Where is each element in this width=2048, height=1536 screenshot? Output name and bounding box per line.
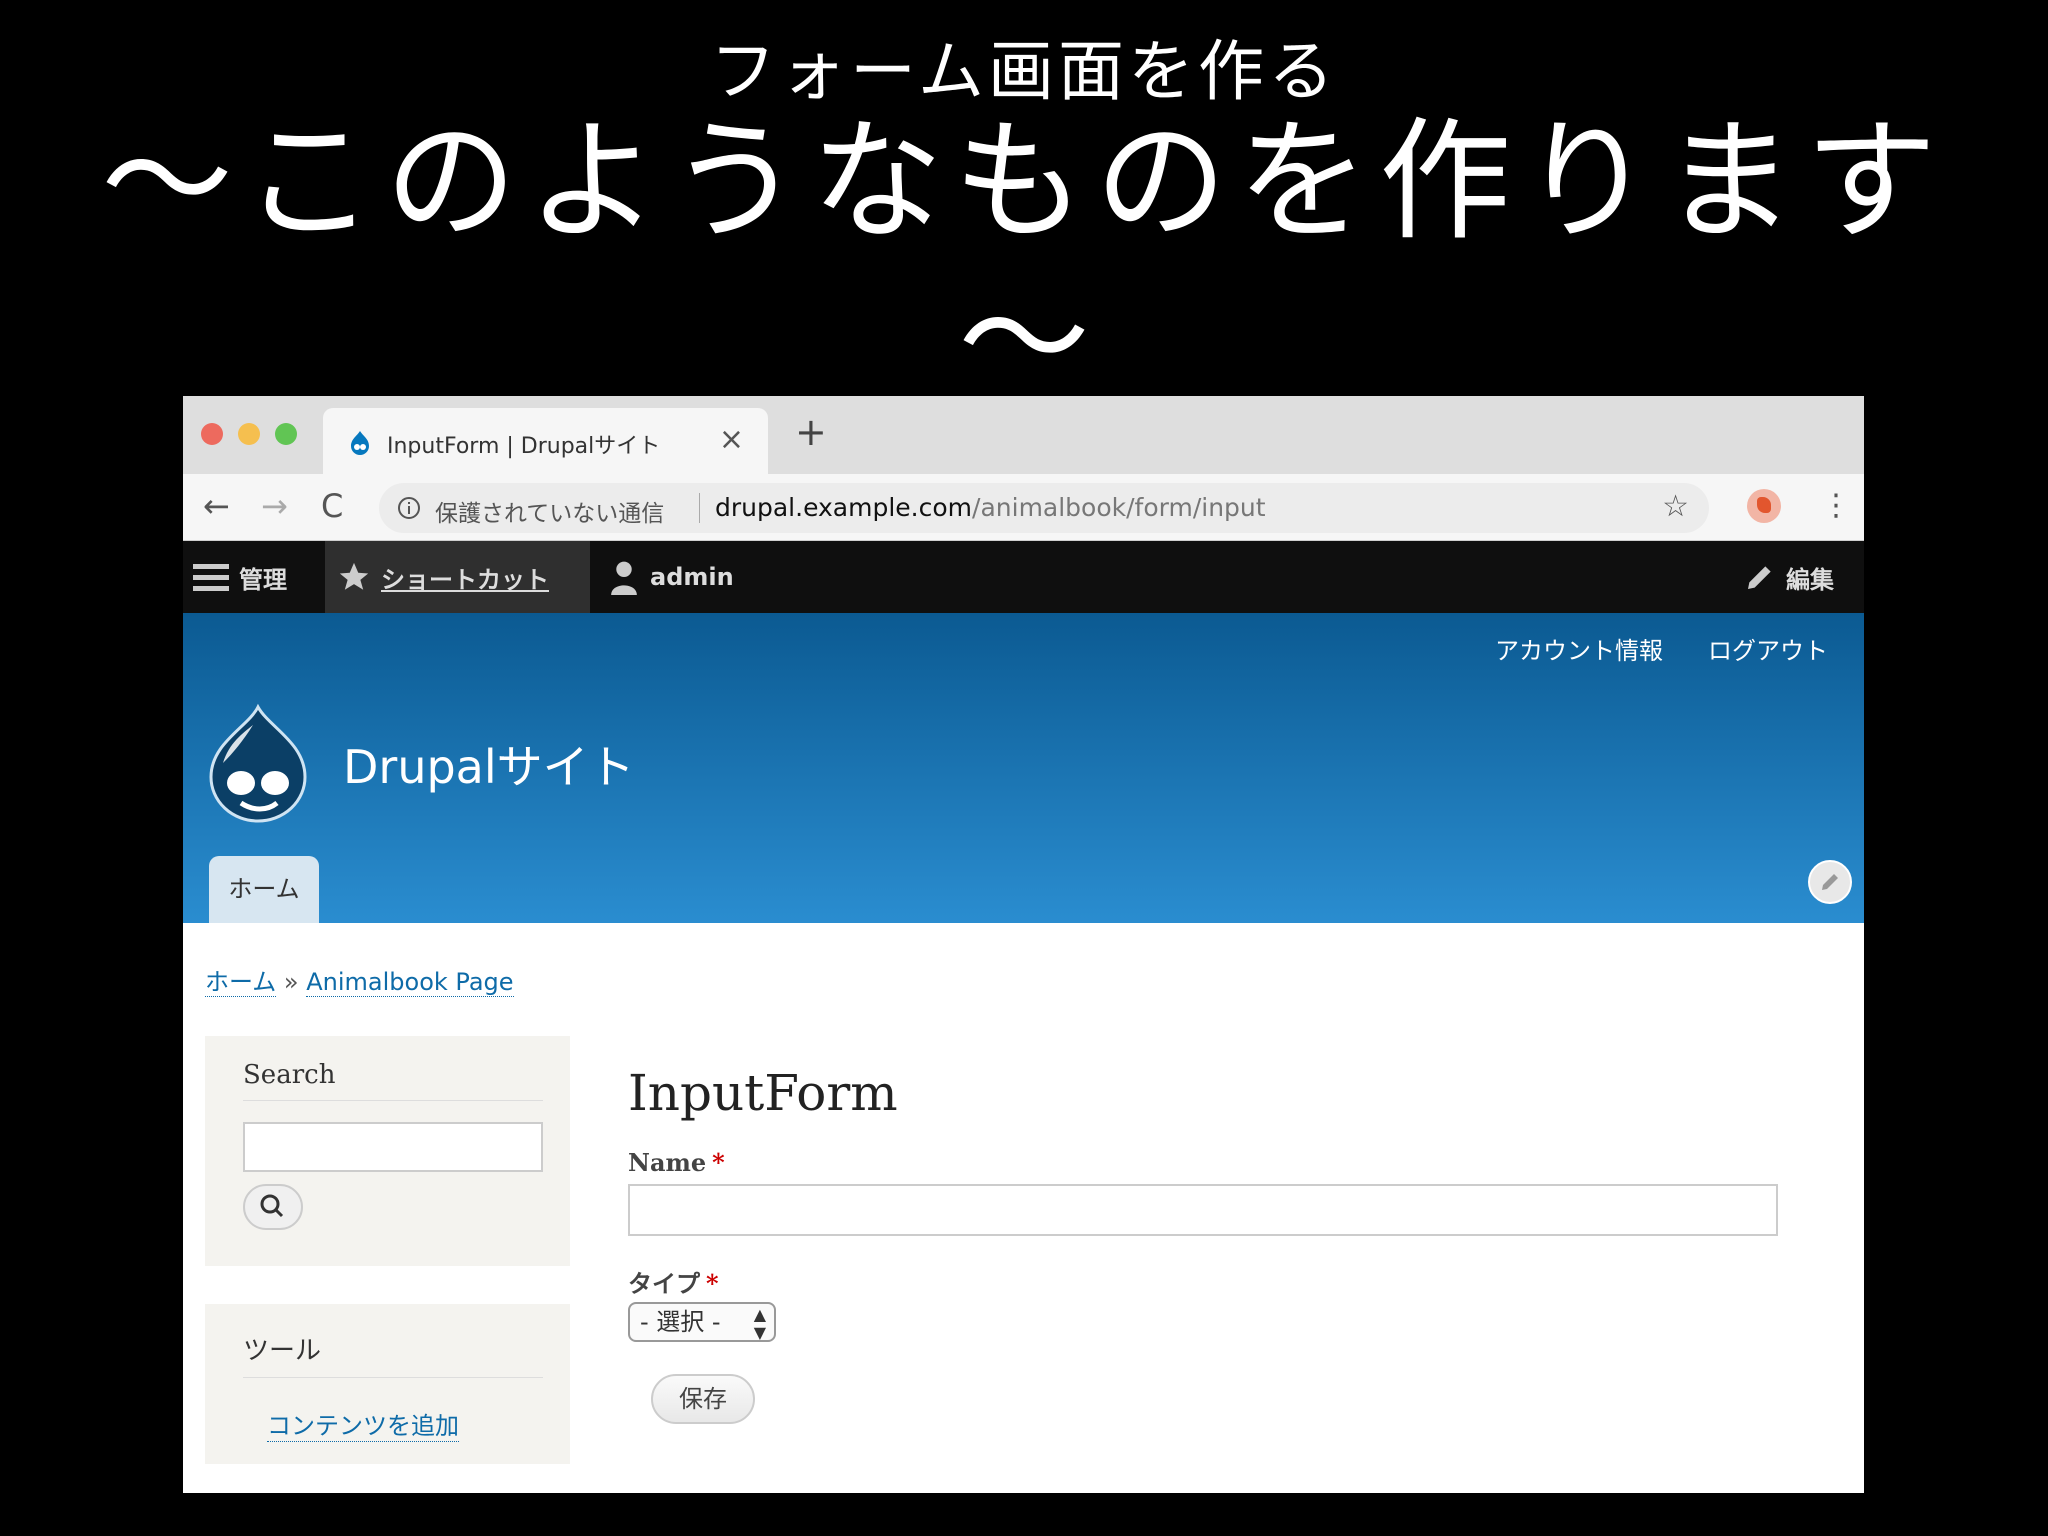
- address-bar: ← → C 保護されていない通信 drupal.example.com/anim…: [183, 474, 1864, 541]
- toolbar-manage-label: 管理: [239, 565, 287, 594]
- tools-block: ツール コンテンツを追加: [205, 1304, 570, 1464]
- url-host: drupal.example.com: [715, 493, 973, 522]
- url-text: drupal.example.com/animalbook/form/input: [715, 493, 1266, 522]
- name-input[interactable]: [628, 1184, 1778, 1236]
- security-status: 保護されていない通信: [435, 501, 665, 527]
- toolbar-user-label: admin: [650, 563, 734, 591]
- name-label-text: Name: [628, 1148, 707, 1177]
- required-mark: *: [712, 1148, 725, 1177]
- toolbar-edit-label: 編集: [1786, 565, 1834, 594]
- toolbar-shortcuts[interactable]: ショートカット: [325, 541, 590, 613]
- search-button[interactable]: [243, 1184, 303, 1230]
- breadcrumb-page-link[interactable]: Animalbook Page: [306, 968, 514, 997]
- url-separator: [699, 493, 700, 523]
- forward-icon[interactable]: →: [261, 484, 288, 528]
- tab-close-icon[interactable]: ×: [719, 422, 744, 457]
- breadcrumb-separator: »: [283, 968, 299, 996]
- logout-link[interactable]: ログアウト: [1708, 631, 1828, 666]
- type-label-text: タイプ: [628, 1269, 700, 1298]
- toolbar-manage[interactable]: 管理: [193, 541, 287, 613]
- contextual-edit-icon[interactable]: [1808, 860, 1852, 904]
- search-input[interactable]: [243, 1122, 543, 1172]
- tab-bar: InputForm | Drupalサイト × +: [183, 396, 1864, 474]
- slide-subtitle: フォーム画面を作る: [709, 33, 1339, 110]
- add-content-link[interactable]: コンテンツを追加: [267, 1406, 459, 1442]
- close-window-icon[interactable]: [201, 423, 223, 445]
- search-block: Search: [205, 1036, 570, 1266]
- minimize-window-icon[interactable]: [238, 423, 260, 445]
- back-icon[interactable]: ←: [203, 484, 230, 528]
- page-title: InputForm: [628, 1064, 898, 1122]
- site-header: アカウント情報 ログアウト Drupalサイト ホーム: [183, 613, 1864, 923]
- hamburger-icon: [193, 564, 229, 591]
- reload-icon[interactable]: C: [321, 484, 343, 528]
- search-block-title: Search: [243, 1060, 543, 1101]
- breadcrumb-home-link[interactable]: ホーム: [205, 968, 277, 997]
- name-label: Name *: [628, 1148, 725, 1177]
- save-button[interactable]: 保存: [651, 1374, 755, 1424]
- account-link[interactable]: アカウント情報: [1495, 631, 1663, 666]
- toolbar-user[interactable]: admin: [608, 541, 734, 613]
- secondary-menu: アカウント情報 ログアウト: [1495, 631, 1828, 666]
- search-icon: [260, 1194, 284, 1218]
- info-icon[interactable]: [397, 496, 421, 520]
- drupal-favicon-icon: [351, 431, 369, 455]
- new-tab-icon[interactable]: +: [795, 410, 827, 454]
- type-select-value: - 選択 -: [640, 1308, 721, 1336]
- toolbar-edit[interactable]: 編集: [1744, 541, 1834, 613]
- site-name[interactable]: Drupalサイト: [343, 731, 635, 797]
- maximize-window-icon[interactable]: [275, 423, 297, 445]
- type-select[interactable]: - 選択 - ▲ ▼: [628, 1302, 776, 1342]
- user-icon: [611, 561, 637, 595]
- toolbar-shortcuts-label: ショートカット: [381, 565, 549, 594]
- main-menu-home-tab[interactable]: ホーム: [209, 856, 319, 923]
- pencil-icon: [1822, 874, 1838, 890]
- star-icon: [339, 562, 369, 590]
- drupal-admin-toolbar: 管理 ショートカット admin 編集: [183, 541, 1864, 613]
- browser-window: InputForm | Drupalサイト × + ← → C 保護されていない…: [183, 396, 1864, 1493]
- url-path: /animalbook/form/input: [972, 493, 1266, 522]
- slide-title: ～このようなものを作ります: [101, 105, 1947, 259]
- pencil-icon: [1748, 566, 1771, 589]
- extension-icon[interactable]: [1747, 489, 1781, 523]
- select-arrows-icon: ▲ ▼: [753, 1305, 766, 1342]
- browser-menu-icon[interactable]: ⋮: [1821, 486, 1851, 526]
- browser-tab[interactable]: InputForm | Drupalサイト ×: [323, 408, 768, 474]
- drupal-logo-icon[interactable]: [203, 703, 313, 823]
- breadcrumb: ホーム » Animalbook Page: [205, 962, 514, 997]
- url-input[interactable]: 保護されていない通信 drupal.example.com/animalbook…: [379, 483, 1709, 533]
- slide-title-tail: ～: [958, 263, 1090, 417]
- required-mark: *: [706, 1269, 719, 1298]
- bookmark-star-icon[interactable]: ☆: [1662, 489, 1689, 524]
- type-label: タイプ *: [628, 1264, 719, 1299]
- tools-block-title: ツール: [243, 1330, 543, 1378]
- tab-title: InputForm | Drupalサイト: [387, 434, 661, 459]
